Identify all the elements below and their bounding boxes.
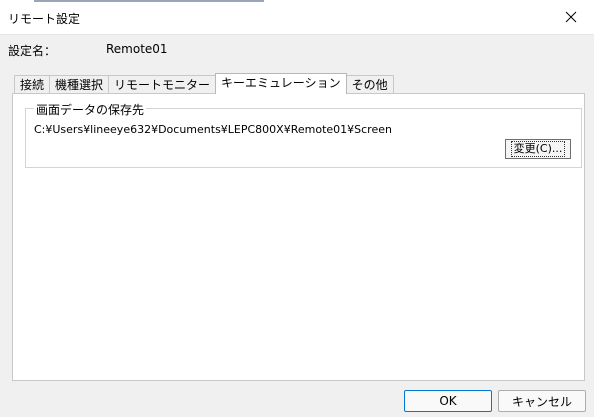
change-path-button[interactable]: 変更(C)...: [505, 139, 571, 159]
tab-remote-monitor[interactable]: リモートモニター: [108, 75, 217, 94]
cancel-button[interactable]: キャンセル: [498, 390, 586, 412]
tab-model-select[interactable]: 機種選択: [49, 75, 110, 94]
remote-settings-dialog: リモート設定 設定名： Remote01 接続 機種選択 リモートモニター キー…: [0, 0, 594, 417]
tab-strip: 接続 機種選択 リモートモニター キーエミュレーション その他: [14, 73, 394, 94]
close-icon: [565, 11, 577, 23]
tab-panel-key-emulation: 画面データの保存先 C:¥Users¥lineeye632¥Documents¥…: [12, 93, 585, 381]
window-title: リモート設定: [8, 12, 81, 26]
screen-data-save-group: 画面データの保存先 C:¥Users¥lineeye632¥Documents¥…: [25, 101, 582, 168]
close-button[interactable]: [548, 0, 594, 34]
tab-connection[interactable]: 接続: [14, 75, 51, 94]
screen-data-save-group-title: 画面データの保存先: [34, 101, 147, 118]
change-path-button-label: 変更(C)...: [510, 141, 566, 157]
setting-name-value: Remote01: [106, 42, 168, 56]
setting-name-label: 設定名：: [8, 44, 57, 58]
save-path-text: C:¥Users¥lineeye632¥Documents¥LEPC800X¥R…: [34, 123, 392, 136]
ok-button[interactable]: OK: [404, 390, 492, 412]
tab-other[interactable]: その他: [345, 75, 394, 94]
title-bar: リモート設定: [0, 0, 594, 35]
title-bar-accent-line: [34, 0, 264, 2]
tab-key-emulation[interactable]: キーエミュレーション: [215, 73, 347, 94]
